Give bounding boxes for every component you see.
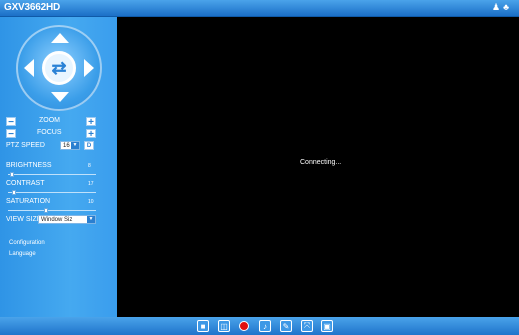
bottom-toolbar: ■ ◫ ♪ ✎ ⤧ ▣ bbox=[0, 317, 519, 335]
saturation-value: 10 bbox=[88, 199, 94, 205]
connection-status: Connecting... bbox=[300, 159, 342, 166]
snapshot-icon[interactable]: ◫ bbox=[218, 320, 230, 332]
pan-down-icon[interactable] bbox=[51, 92, 69, 102]
title-icons: ♟ ♣ bbox=[489, 2, 509, 13]
zoom-in-button[interactable]: + bbox=[86, 117, 96, 128]
contrast-slider[interactable] bbox=[8, 192, 96, 193]
ptz-speed-value: 16 bbox=[63, 143, 70, 149]
contrast-slider-thumb[interactable] bbox=[12, 190, 16, 195]
app-title: GXV3662HD bbox=[4, 2, 61, 13]
chevron-down-icon: ▼ bbox=[87, 216, 95, 223]
title-bar: GXV3662HD ♟ ♣ bbox=[0, 0, 519, 17]
focus-plus-button[interactable]: + bbox=[86, 129, 96, 140]
brightness-value: 8 bbox=[88, 163, 91, 169]
contrast-value: 17 bbox=[88, 181, 94, 187]
view-size-value: Window Siz bbox=[41, 217, 73, 223]
video-viewport[interactable]: Connecting... bbox=[117, 17, 519, 317]
configuration-link[interactable]: Configuration bbox=[9, 240, 45, 246]
contrast-label: CONTRAST bbox=[6, 180, 45, 187]
pan-left-icon[interactable] bbox=[24, 59, 34, 77]
saturation-label: SATURATION bbox=[6, 198, 51, 205]
ptz-speed-default-button[interactable]: D bbox=[84, 141, 94, 150]
zoom-label: ZOOM bbox=[39, 117, 60, 124]
brightness-label: BRIGHTNESS bbox=[6, 162, 52, 169]
control-sidebar: ⇄ − ZOOM + − FOCUS + PTZ SPEED 16 ▼ D BR… bbox=[0, 17, 117, 317]
lock-icon[interactable]: ♣ bbox=[503, 2, 509, 12]
saturation-slider-thumb[interactable] bbox=[44, 208, 48, 213]
brightness-slider-thumb[interactable] bbox=[10, 172, 14, 177]
chevron-down-icon: ▼ bbox=[71, 142, 79, 149]
focus-minus-button[interactable]: − bbox=[6, 129, 16, 140]
brightness-slider[interactable] bbox=[8, 174, 96, 175]
pan-right-icon[interactable] bbox=[84, 59, 94, 77]
ptz-speed-select[interactable]: 16 ▼ bbox=[60, 141, 80, 150]
save-icon[interactable]: ▣ bbox=[321, 320, 333, 332]
ptz-speed-label: PTZ SPEED bbox=[6, 142, 45, 149]
record-icon[interactable] bbox=[238, 320, 250, 332]
zoom-out-button[interactable]: − bbox=[6, 117, 16, 128]
ptz-dial: ⇄ bbox=[16, 25, 102, 111]
saturation-slider[interactable] bbox=[8, 210, 96, 211]
view-size-label: VIEW SIZE bbox=[6, 216, 42, 223]
language-link[interactable]: Language bbox=[9, 251, 36, 257]
view-size-select[interactable]: Window Siz ▼ bbox=[38, 215, 96, 224]
pan-up-icon[interactable] bbox=[51, 33, 69, 43]
talk-icon[interactable]: ✎ bbox=[280, 320, 292, 332]
auto-rotate-icon[interactable]: ⇄ bbox=[42, 51, 76, 85]
fullscreen-icon[interactable]: ⤧ bbox=[301, 320, 313, 332]
stop-icon[interactable]: ■ bbox=[197, 320, 209, 332]
user-icon[interactable]: ♟ bbox=[492, 2, 500, 12]
record-dot bbox=[239, 321, 249, 331]
audio-icon[interactable]: ♪ bbox=[259, 320, 271, 332]
focus-label: FOCUS bbox=[37, 129, 62, 136]
